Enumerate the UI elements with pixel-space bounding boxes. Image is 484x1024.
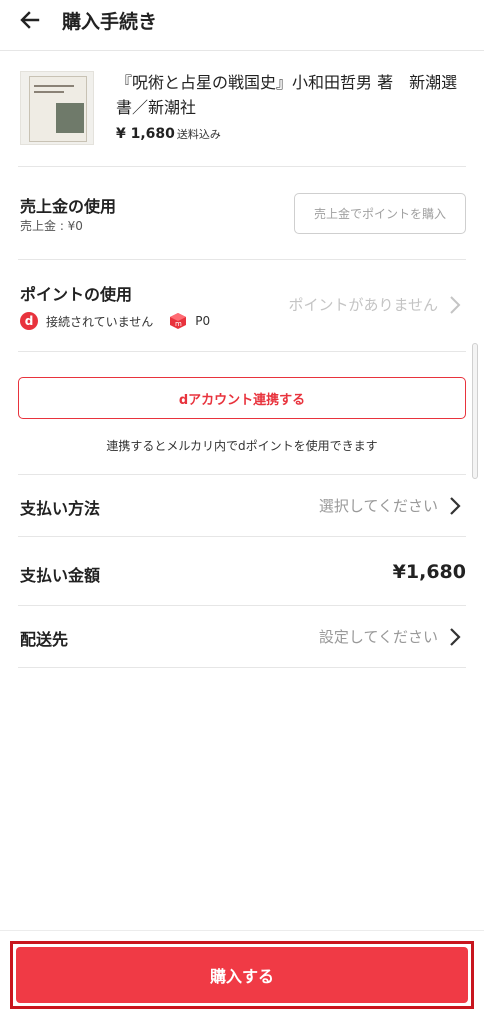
- footer-divider: [0, 930, 484, 931]
- arrow-left-icon: [20, 11, 40, 29]
- d-point-connection-status: 接続されていません: [46, 314, 154, 329]
- divider: [18, 166, 466, 167]
- product-title: 『呪術と占星の戦国史』小和田哲男 著 新潮選書／新潮社: [116, 73, 458, 117]
- divider: [18, 667, 466, 668]
- sales-section-title: 売上金の使用: [20, 197, 117, 216]
- divider: [18, 259, 466, 260]
- header-divider: [0, 50, 484, 51]
- app-header: 購入手続き: [0, 0, 484, 44]
- merpoint-balance: P0: [195, 314, 211, 328]
- page-title: 購入手続き: [62, 11, 158, 33]
- link-d-account-button[interactable]: dアカウント連携する: [18, 377, 466, 419]
- d-account-link-note: 連携するとメルカリ内でdポイントを使用できます: [106, 439, 378, 453]
- shipping-included-label: 送料込み: [176, 128, 221, 141]
- shipping-address-value[interactable]: 設定してください: [319, 626, 438, 647]
- scrollbar[interactable]: [472, 343, 478, 479]
- product-price: ¥ 1,680: [116, 126, 175, 142]
- chevron-right-icon: [450, 296, 461, 314]
- book-cover-image: [29, 76, 87, 142]
- buy-button[interactable]: 購入する: [16, 947, 468, 1003]
- product-price-line: ¥ 1,680 送料込み: [116, 126, 221, 142]
- chevron-right-icon[interactable]: [448, 495, 462, 517]
- point-status: d 接続されていません m P0: [20, 311, 210, 331]
- payment-method-value[interactable]: 選択してください: [319, 495, 438, 516]
- shipping-address-title: 配送先: [20, 630, 69, 649]
- payment-amount-value: ¥1,680: [392, 561, 466, 583]
- back-button[interactable]: [16, 6, 44, 34]
- divider: [18, 474, 466, 475]
- sales-balance: 売上金 : ¥0: [20, 219, 83, 233]
- product-summary: 『呪術と占星の戦国史』小和田哲男 著 新潮選書／新潮社 ¥ 1,680 送料込み: [20, 68, 468, 152]
- merpay-logo-icon: m: [169, 312, 187, 330]
- chevron-right-icon[interactable]: [448, 626, 462, 648]
- no-points-label[interactable]: ポイントがありません: [288, 294, 438, 315]
- svg-text:m: m: [175, 320, 182, 328]
- payment-amount-title: 支払い金額: [20, 566, 101, 585]
- divider: [18, 351, 466, 352]
- points-section-title: ポイントの使用: [20, 285, 133, 304]
- buy-points-with-sales-button[interactable]: 売上金でポイントを購入: [294, 193, 466, 234]
- d-point-logo-icon: d: [20, 312, 38, 330]
- divider: [18, 605, 466, 606]
- payment-method-title: 支払い方法: [20, 499, 101, 518]
- divider: [18, 536, 466, 537]
- product-thumbnail[interactable]: [20, 71, 94, 145]
